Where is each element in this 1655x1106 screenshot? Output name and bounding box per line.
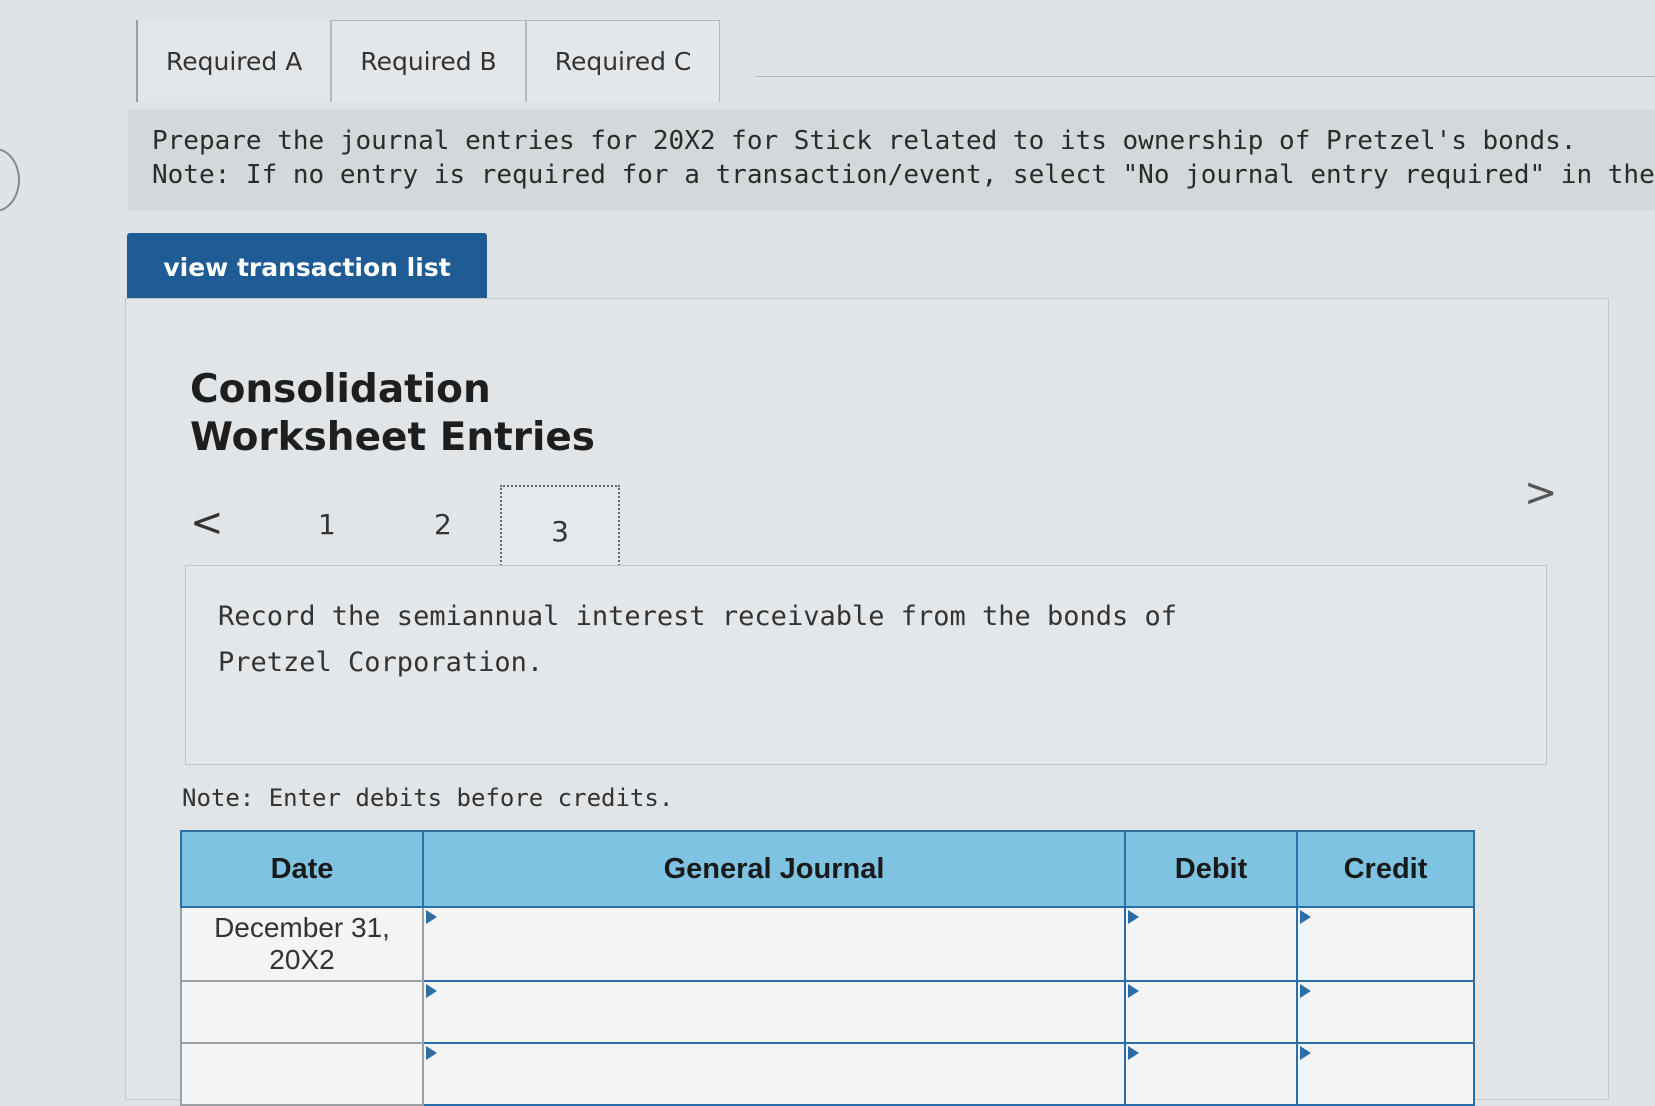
worksheet-title-line-2: Worksheet Entries: [190, 415, 596, 460]
input-marker-icon: [1128, 1046, 1139, 1060]
credit-cell[interactable]: [1296, 1042, 1475, 1106]
debit-input[interactable]: [1126, 908, 1296, 980]
table-row: [180, 980, 1475, 1044]
page: Required A Required B Required C Prepare…: [0, 0, 1655, 1106]
debit-cell[interactable]: [1124, 1042, 1298, 1106]
debit-cell[interactable]: [1124, 980, 1298, 1044]
pager-page-3-current[interactable]: 3: [500, 485, 620, 577]
instructions-line-2: Note: If no entry is required for a tran…: [152, 160, 1655, 190]
view-transaction-list-button[interactable]: view transaction list: [127, 233, 487, 301]
header-debit: Debit: [1124, 830, 1298, 908]
worksheet-title: Consolidation Worksheet Entries: [190, 366, 595, 462]
general-journal-input[interactable]: [424, 982, 1124, 1042]
tab-required-a[interactable]: Required A: [136, 20, 332, 102]
tab-required-c[interactable]: Required C: [525, 20, 721, 102]
date-cell: December 31, 20X2: [180, 906, 424, 982]
table-row: December 31, 20X2: [180, 906, 1475, 982]
credit-input[interactable]: [1298, 908, 1473, 980]
journal-table: Date General Journal Debit Credit Decemb…: [180, 830, 1475, 1106]
input-marker-icon: [1128, 910, 1139, 924]
general-journal-input[interactable]: [424, 1044, 1124, 1104]
debit-cell[interactable]: [1124, 906, 1298, 982]
date-cell: [180, 980, 424, 1044]
input-marker-icon: [1300, 984, 1311, 998]
journal-header-row: Date General Journal Debit Credit: [180, 830, 1475, 908]
input-marker-icon: [1128, 984, 1139, 998]
tab-divider: [755, 76, 1655, 77]
dropdown-arrow-icon: [426, 910, 437, 924]
instructions-line-1: Prepare the journal entries for 20X2 for…: [152, 126, 1577, 156]
instructions-banner: Prepare the journal entries for 20X2 for…: [128, 110, 1655, 210]
tab-required-b[interactable]: Required B: [331, 20, 526, 102]
input-marker-icon: [1300, 910, 1311, 924]
general-journal-cell[interactable]: [422, 906, 1126, 982]
date-cell: [180, 1042, 424, 1106]
edge-circle-icon: [0, 148, 20, 212]
dropdown-arrow-icon: [426, 1046, 437, 1060]
header-credit: Credit: [1296, 830, 1475, 908]
pager-prev-chevron-icon[interactable]: <: [190, 500, 224, 546]
header-date: Date: [180, 830, 424, 908]
worksheet-title-line-1: Consolidation: [190, 367, 491, 412]
debit-input[interactable]: [1126, 982, 1296, 1042]
input-marker-icon: [1300, 1046, 1311, 1060]
dropdown-arrow-icon: [426, 984, 437, 998]
pager-page-2[interactable]: 2: [434, 508, 452, 541]
tab-bar: Required A Required B Required C: [136, 20, 721, 102]
debit-input[interactable]: [1126, 1044, 1296, 1104]
header-general-journal: General Journal: [422, 830, 1126, 908]
credit-cell[interactable]: [1296, 906, 1475, 982]
general-journal-input[interactable]: [424, 908, 1124, 980]
credit-cell[interactable]: [1296, 980, 1475, 1044]
pager-page-1[interactable]: 1: [318, 508, 336, 541]
table-row: [180, 1042, 1475, 1106]
transaction-description: Record the semiannual interest receivabl…: [218, 601, 1178, 678]
credit-input[interactable]: [1298, 982, 1473, 1042]
pager-next-chevron-icon[interactable]: >: [1524, 470, 1558, 516]
general-journal-cell[interactable]: [422, 980, 1126, 1044]
transaction-description-box: Record the semiannual interest receivabl…: [185, 565, 1547, 765]
debit-credit-note: Note: Enter debits before credits.: [182, 784, 674, 812]
general-journal-cell[interactable]: [422, 1042, 1126, 1106]
credit-input[interactable]: [1298, 1044, 1473, 1104]
